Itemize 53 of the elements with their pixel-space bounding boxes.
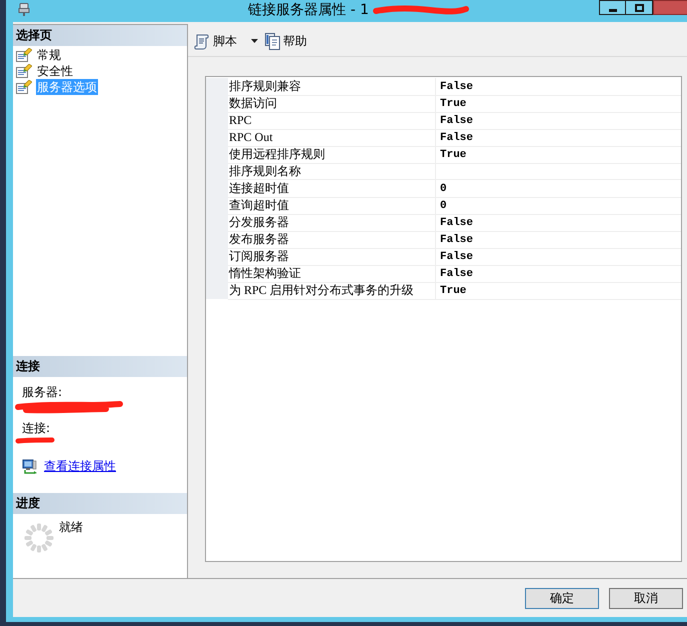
property-value[interactable]: False: [440, 266, 474, 282]
script-button[interactable]: 脚本: [191, 30, 260, 52]
redaction-scribble: [14, 436, 56, 445]
property-name: 发布服务器: [228, 231, 436, 249]
section-header: 进度: [13, 493, 187, 514]
property-name: 排序规则名称: [228, 163, 436, 180]
page-list-item[interactable]: 安全性: [36, 63, 74, 79]
help-button[interactable]: 帮助: [263, 30, 309, 52]
scroll-icon: [193, 32, 210, 50]
status-text: 就绪: [59, 520, 83, 534]
property-name: 数据访问: [228, 95, 436, 113]
property-name: 连接超时值: [228, 180, 436, 198]
property-value[interactable]: False: [440, 232, 474, 248]
minimize-button[interactable]: [599, 0, 626, 15]
property-value[interactable]: 0: [440, 198, 447, 214]
property-name: RPC Out: [228, 129, 436, 147]
property-name: 排序规则兼容: [228, 78, 436, 96]
connection-label: 连接:: [21, 422, 50, 436]
property-name: 查询超时值: [228, 197, 436, 215]
property-name: 为 RPC 启用针对分布式事务的升级: [228, 282, 436, 300]
server-label: 服务器:: [21, 386, 62, 399]
maximize-icon: [634, 4, 644, 12]
app-icon: [18, 3, 30, 16]
spinner-icon: [24, 523, 54, 553]
property-value[interactable]: 0: [440, 181, 447, 197]
property-name: RPC: [228, 112, 436, 130]
connection-properties-link[interactable]: 查看连接属性: [44, 459, 116, 474]
property-value[interactable]: True: [440, 96, 466, 112]
property-value[interactable]: True: [440, 283, 466, 299]
minimize-icon: [608, 9, 616, 12]
page-icon: [16, 80, 32, 94]
page-icon: [16, 64, 32, 78]
caret-icon: [251, 39, 258, 43]
section-header: 选择页: [13, 25, 187, 46]
property-value[interactable]: True: [440, 147, 466, 163]
section-header: 连接: [13, 356, 187, 377]
computer-link-icon: [22, 458, 37, 474]
ok-button[interactable]: 确定: [525, 588, 599, 609]
page-icon: [16, 48, 32, 62]
document-icon: [265, 32, 280, 50]
property-value[interactable]: False: [440, 215, 474, 231]
cancel-button[interactable]: 取消: [609, 588, 683, 609]
property-value[interactable]: False: [440, 130, 474, 146]
window-title: 链接服务器属性 - 1: [248, 1, 369, 20]
property-name: 分发服务器: [228, 214, 436, 232]
property-value[interactable]: False: [440, 113, 474, 129]
page-list-item[interactable]: 常规: [36, 47, 62, 63]
property-value[interactable]: False: [440, 249, 474, 265]
property-value[interactable]: False: [440, 79, 474, 95]
property-name: 惰性架构验证: [228, 265, 436, 283]
maximize-button[interactable]: [626, 0, 653, 15]
property-name: 订阅服务器: [228, 248, 436, 266]
property-name: 使用远程排序规则: [228, 146, 436, 164]
